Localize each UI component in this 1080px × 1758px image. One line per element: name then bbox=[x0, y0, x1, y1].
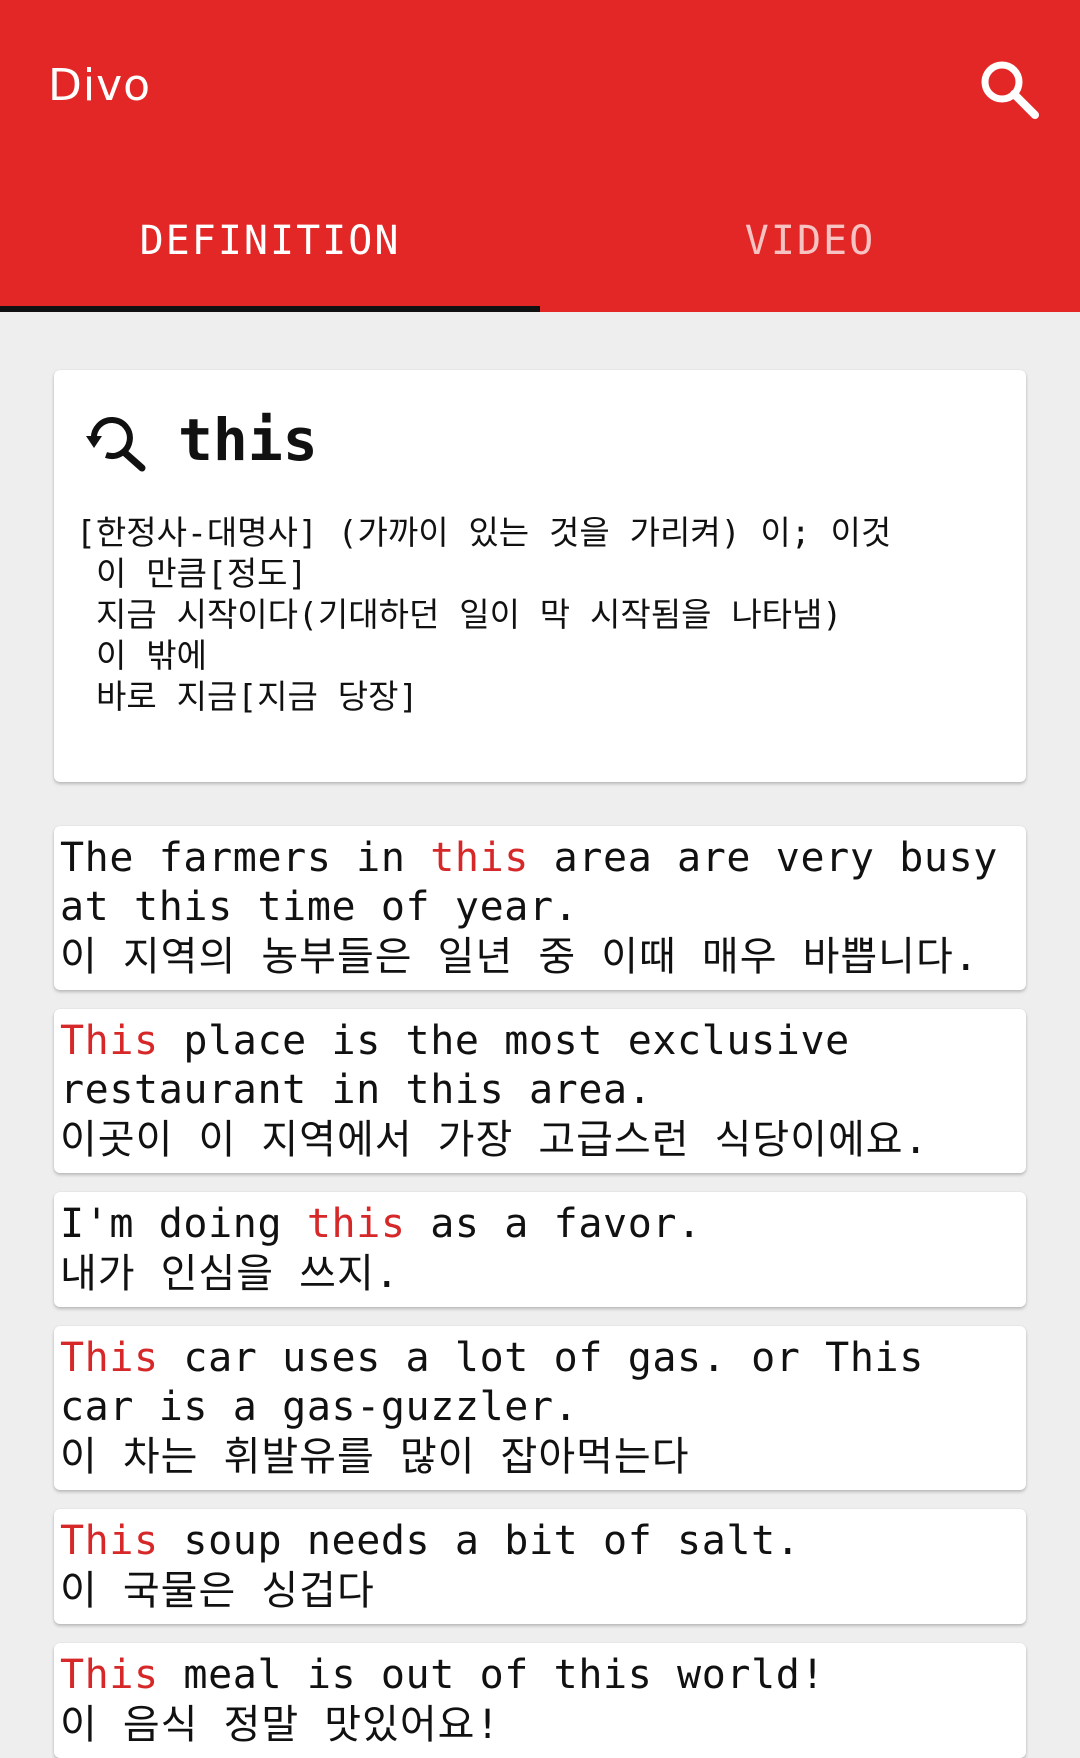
search-button[interactable] bbox=[975, 55, 1045, 125]
definition-meanings: [한정사-대명사] (가까이 있는 것을 가리켜) 이; 이것 이 만큼[정도]… bbox=[76, 512, 1006, 717]
example-highlight: This bbox=[60, 1652, 159, 1698]
example-card[interactable]: This car uses a lot of gas. or This car … bbox=[54, 1326, 1026, 1490]
tab-video-label: VIDEO bbox=[744, 218, 876, 264]
example-card[interactable]: I'm doing this as a favor. 내가 인심을 쓰지. bbox=[54, 1192, 1026, 1307]
definition-word: this bbox=[178, 406, 318, 474]
example-highlight: This bbox=[60, 1018, 159, 1064]
example-korean: 이 음식 정말 맛있어요! bbox=[60, 1702, 501, 1748]
example-english: This place is the most exclusive restaur… bbox=[60, 1017, 1020, 1115]
example-text: meal is out of this world! bbox=[158, 1652, 826, 1698]
example-korean: 내가 인심을 쓰지. bbox=[60, 1251, 400, 1297]
example-card[interactable]: This meal is out of this world! 이 음식 정말 … bbox=[54, 1643, 1026, 1758]
example-text: I'm doing bbox=[60, 1201, 307, 1247]
tab-definition[interactable]: DEFINITION bbox=[0, 190, 540, 312]
example-highlight: This bbox=[60, 1518, 159, 1564]
app-title: Divo bbox=[48, 60, 152, 111]
search-icon bbox=[981, 61, 1039, 119]
example-text: place is the most exclusive restaurant i… bbox=[60, 1018, 875, 1113]
example-korean: 이 지역의 농부들은 일년 중 이때 매우 바쁩니다. bbox=[60, 934, 979, 980]
example-korean: 이곳이 이 지역에서 가장 고급스런 식당이에요. bbox=[60, 1117, 929, 1163]
example-korean: 이 차는 휘발유를 많이 잡아먹는다 bbox=[60, 1434, 690, 1480]
example-card[interactable]: The farmers in this area are very busy a… bbox=[54, 826, 1026, 990]
example-english: This soup needs a bit of salt. bbox=[60, 1517, 1020, 1566]
app-bar: Divo DEFINITION VIDEO bbox=[0, 0, 1080, 312]
definition-line: 지금 시작이다(기대하던 일이 막 시작됨을 나타냄) bbox=[96, 595, 843, 634]
example-english: This car uses a lot of gas. or This car … bbox=[60, 1334, 1020, 1432]
definition-line: 이 만큼[정도] bbox=[96, 554, 308, 593]
example-korean: 이 국물은 싱겁다 bbox=[60, 1568, 375, 1614]
example-text: as a favor. bbox=[405, 1201, 702, 1247]
definition-card: this [한정사-대명사] (가까이 있는 것을 가리켜) 이; 이것 이 만… bbox=[54, 370, 1026, 782]
example-card[interactable]: This soup needs a bit of salt. 이 국물은 싱겁다 bbox=[54, 1509, 1026, 1624]
example-card[interactable]: This place is the most exclusive restaur… bbox=[54, 1009, 1026, 1173]
example-text: The farmers in bbox=[60, 835, 431, 881]
definition-line: [한정사-대명사] (가까이 있는 것을 가리켜) 이; 이것 bbox=[76, 513, 892, 552]
example-highlight: this bbox=[306, 1201, 406, 1247]
example-text: car uses a lot of gas. or This car is a … bbox=[60, 1335, 949, 1430]
example-english: I'm doing this as a favor. bbox=[60, 1200, 1020, 1249]
tab-bar: DEFINITION VIDEO bbox=[0, 190, 1080, 312]
definition-header: this bbox=[84, 400, 318, 480]
tab-definition-label: DEFINITION bbox=[139, 218, 401, 264]
example-highlight: this bbox=[430, 835, 529, 881]
search-history-icon bbox=[86, 417, 146, 472]
tab-video[interactable]: VIDEO bbox=[540, 190, 1080, 312]
definition-line: 바로 지금[지금 당장] bbox=[96, 677, 419, 716]
example-text: soup needs a bit of salt. bbox=[158, 1518, 801, 1564]
example-english: This meal is out of this world! bbox=[60, 1651, 1020, 1700]
tab-indicator bbox=[0, 306, 540, 312]
example-highlight: This bbox=[60, 1335, 159, 1381]
example-english: The farmers in this area are very busy a… bbox=[60, 834, 1020, 932]
definition-line: 이 밖에 bbox=[96, 636, 207, 675]
